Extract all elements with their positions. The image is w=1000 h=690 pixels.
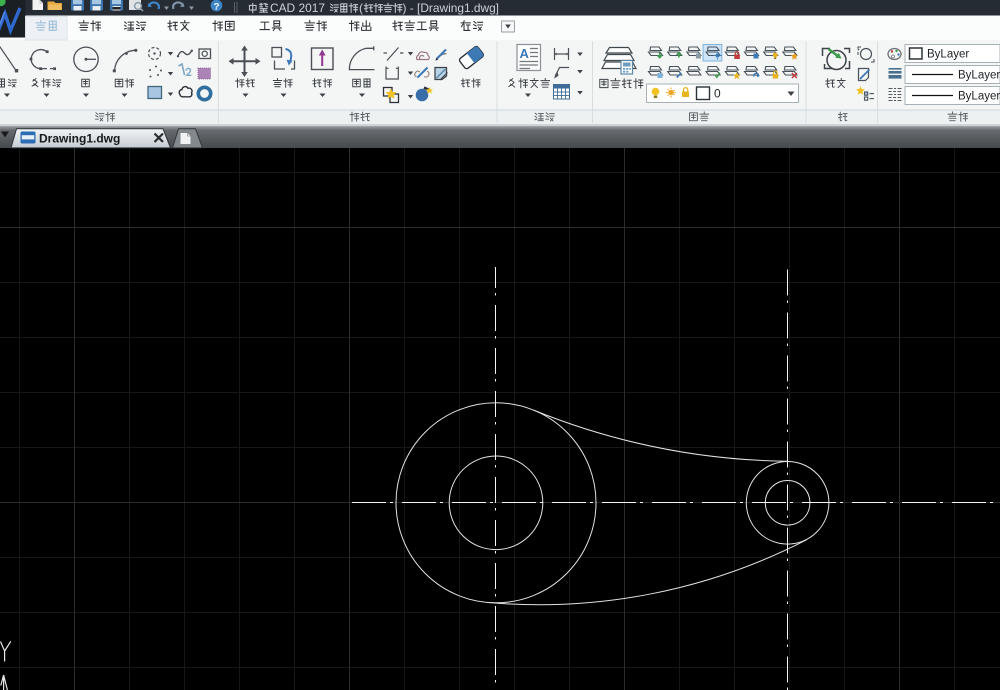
svg-text:CAD 2017: CAD 2017 bbox=[270, 1, 325, 15]
svg-text:?: ? bbox=[214, 1, 220, 12]
svg-text:) - [Drawing1.dwg]: ) - [Drawing1.dwg] bbox=[403, 1, 500, 15]
svg-text:A: A bbox=[520, 46, 530, 61]
svg-text:0: 0 bbox=[714, 87, 721, 101]
svg-text:Drawing1.dwg: Drawing1.dwg bbox=[39, 132, 120, 146]
svg-text:(: ( bbox=[359, 1, 363, 15]
svg-text:ByLayer: ByLayer bbox=[958, 70, 1000, 82]
svg-text:ByLayer: ByLayer bbox=[927, 49, 969, 61]
svg-text:ByLayer: ByLayer bbox=[958, 91, 1000, 103]
